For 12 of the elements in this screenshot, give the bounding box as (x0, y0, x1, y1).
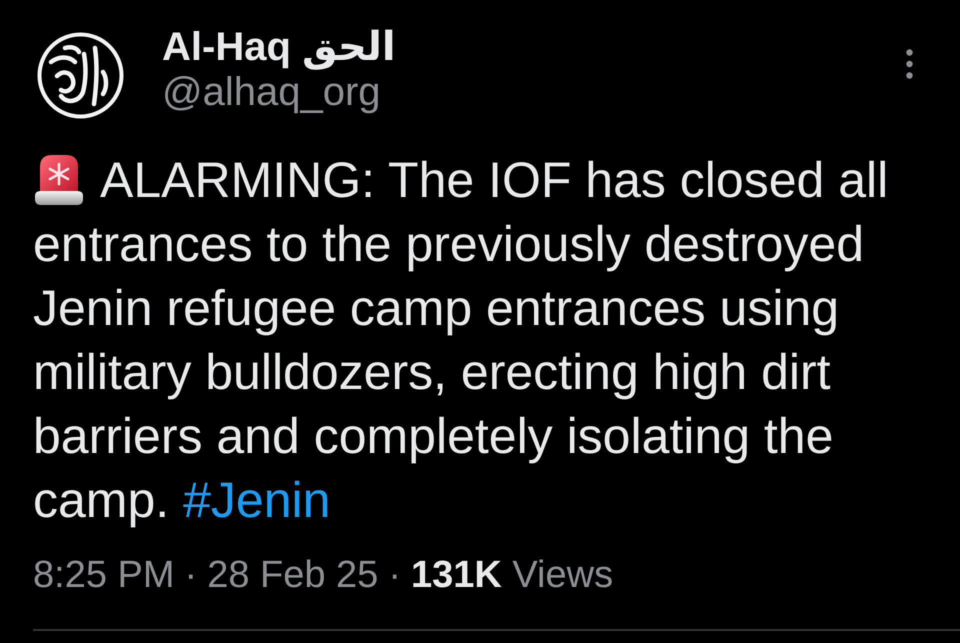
post-time: 8:25 PM (33, 553, 175, 598)
dot-separator: · (184, 553, 198, 598)
siren-light-icon (33, 152, 85, 206)
post-text: ALARMING: The IOF has closed all entrances to the previously destroyed Jenin refugee camp entrances using military bulldozers, erecting high dirt barriers and completely isolating the camp. #Jenin (33, 151, 890, 530)
dot-separator: · (388, 553, 401, 598)
author-name[interactable]: Al-Haq الحق (162, 25, 396, 70)
author-handle[interactable]: @alhaq_org (162, 70, 396, 115)
avatar-logo-icon[interactable] (37, 32, 124, 119)
post-date: 28 Feb 25 (207, 553, 378, 598)
hashtag-link[interactable]: #Jenin (183, 472, 330, 528)
view-count: 131K Views (410, 553, 614, 598)
more-icon[interactable] (906, 49, 913, 79)
